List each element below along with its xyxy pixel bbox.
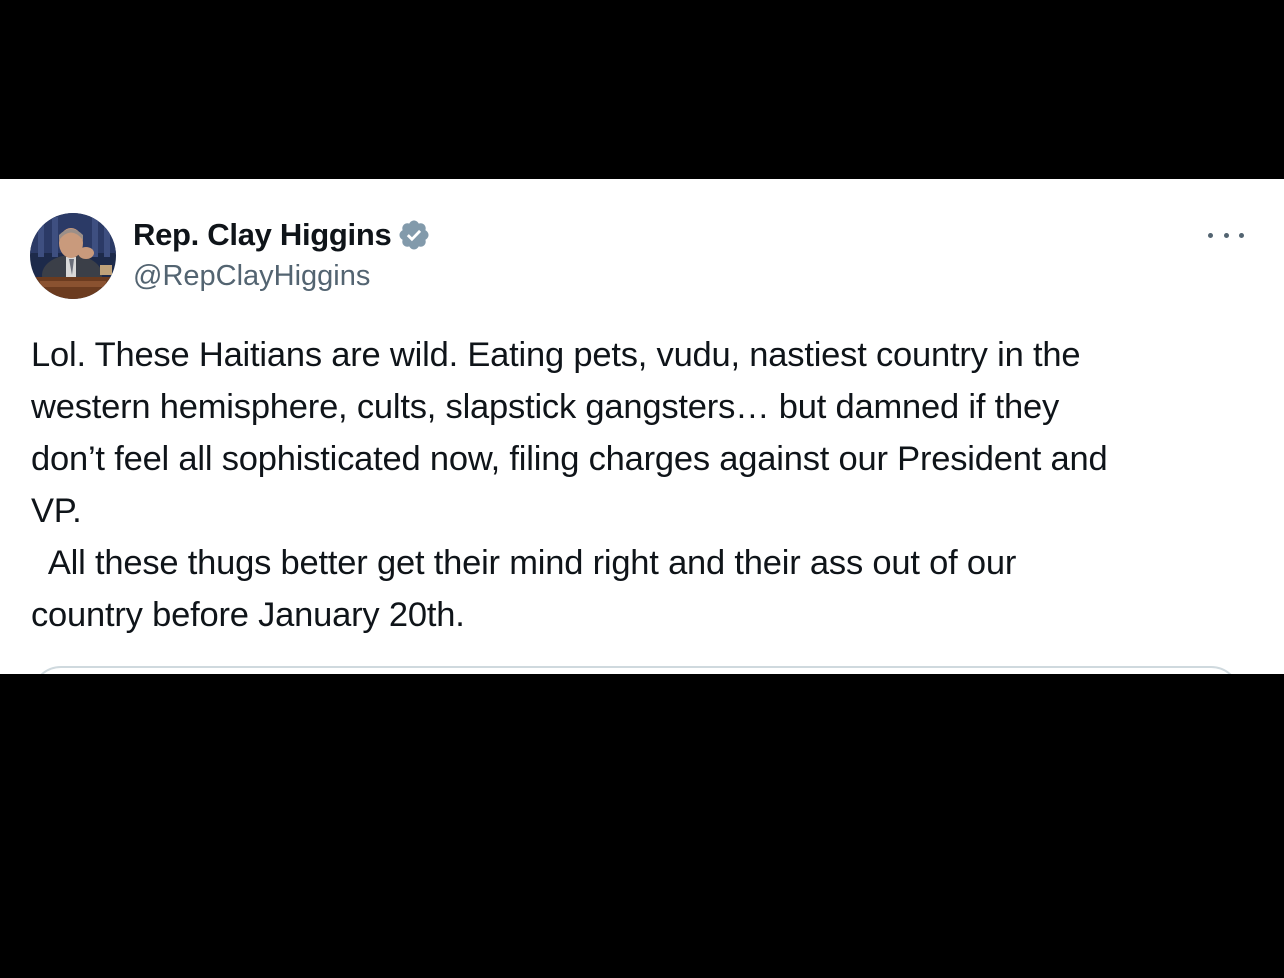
- author-handle[interactable]: @RepClayHiggins: [133, 260, 431, 293]
- author-name-row: Rep. Clay Higgins: [133, 215, 431, 255]
- more-dot: [1223, 232, 1229, 238]
- more-options-icon[interactable]: [1206, 221, 1246, 249]
- tweet-text-line: western hemisphere, cults, slapstick gan…: [31, 388, 1060, 426]
- verified-badge-icon[interactable]: [397, 218, 431, 252]
- tweet-card: Rep. Clay Higgins @RepClayHiggins Lol. T…: [0, 179, 1284, 674]
- more-dot: [1208, 232, 1213, 238]
- avatar-photo: [30, 213, 116, 299]
- tweet-text-line: don’t feel all sophisticated now, filing…: [31, 440, 1108, 478]
- author-display-name[interactable]: Rep. Clay Higgins: [133, 217, 392, 253]
- tweet-text-line: All these thugs better get their mind ri…: [31, 544, 1017, 582]
- tweet-text-line: VP.: [31, 492, 82, 530]
- tweet-text: Lol. These Haitians are wild. Eating pet…: [31, 329, 1256, 641]
- avatar[interactable]: [30, 213, 116, 299]
- tweet-text-line: Lol. These Haitians are wild. Eating pet…: [31, 336, 1081, 374]
- embedded-media-card[interactable]: [31, 666, 1241, 674]
- more-dot: [1239, 232, 1244, 238]
- tweet-text-line: country before January 20th.: [31, 596, 465, 634]
- author-block: Rep. Clay Higgins @RepClayHiggins: [133, 215, 431, 293]
